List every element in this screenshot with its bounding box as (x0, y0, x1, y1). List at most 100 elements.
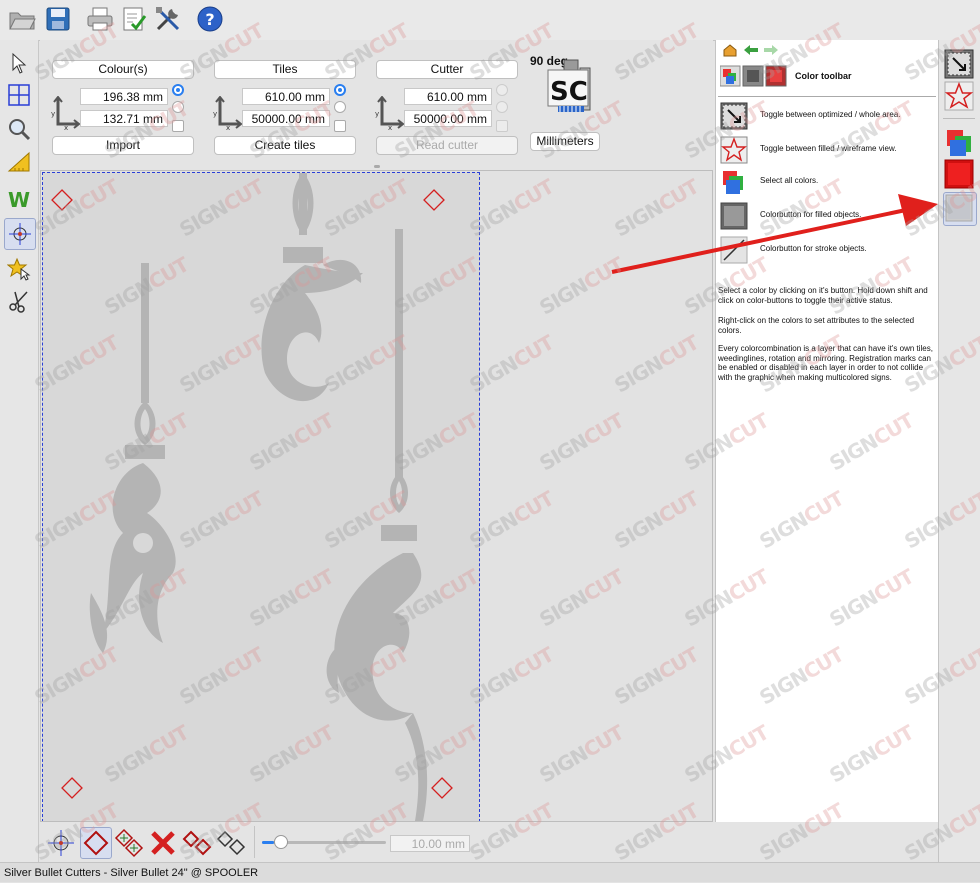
help-panel: Color toolbar Toggle between optimized /… (715, 40, 938, 822)
svg-text:y: y (375, 110, 379, 118)
colours-radio-2[interactable] (172, 101, 184, 113)
help-paragraph: Every colorcombination is a layer that c… (718, 344, 933, 382)
ornament-graphic (89, 173, 428, 821)
delete-x-icon[interactable] (148, 828, 178, 858)
help-title: Color toolbar (795, 71, 852, 81)
help-paragraph: Select a color by clicking on it's butto… (718, 286, 928, 305)
toolbar-divider (254, 826, 255, 858)
status-bar: Silver Bullet Cutters - Silver Bullet 24… (0, 862, 980, 882)
cutter-radio-2 (496, 101, 508, 113)
svg-text:W: W (8, 188, 30, 211)
help-paragraph: Right-click on the colors to set attribu… (718, 316, 915, 335)
red-color-button[interactable] (943, 158, 975, 190)
import-button[interactable]: Import (52, 136, 194, 155)
colours-x-field[interactable]: 196.38 mm (80, 88, 168, 105)
tools-icon[interactable] (152, 3, 184, 35)
tiles-y-field[interactable]: 50000.00 mm (242, 110, 330, 127)
registration-mark-top-left (51, 189, 73, 211)
regmark-diamond-button[interactable] (80, 827, 112, 859)
cutter-y-field[interactable]: 50000.00 mm (404, 110, 492, 127)
svg-text:y: y (51, 110, 55, 118)
zoom-slider-track[interactable] (262, 835, 386, 849)
red-swatch-icon (944, 159, 974, 189)
colours-radio-1[interactable] (172, 84, 184, 96)
zoom-slider-knob[interactable] (274, 835, 289, 849)
help-item: Toggle between optimized / whole area. (720, 102, 930, 132)
registration-crosshair-icon[interactable] (46, 828, 76, 858)
registration-mark-bottom-right (431, 777, 453, 799)
filled-wireframe-icon (720, 136, 748, 164)
tiles-header: Tiles (214, 60, 356, 79)
help-item: Toggle between filled / wireframe view. (720, 136, 930, 166)
select-all-colors-button[interactable] (943, 126, 975, 158)
logo-text: SC (550, 77, 588, 107)
left-tool-column: W (0, 40, 39, 862)
cutter-x-field[interactable]: 610.00 mm (404, 88, 492, 105)
pointer-arrow-icon[interactable] (4, 48, 34, 78)
checklist-icon[interactable] (118, 3, 150, 35)
back-arrow-icon[interactable] (743, 44, 759, 59)
tiles-radio-1[interactable] (334, 84, 346, 96)
colours-checkbox[interactable] (172, 120, 184, 132)
help-item-text: Toggle between filled / wireframe view. (760, 144, 897, 153)
svg-text:x: x (64, 124, 68, 130)
registration-crosshair-icon[interactable] (4, 218, 36, 250)
forward-arrow-icon[interactable] (763, 44, 779, 59)
diamond-icon (83, 830, 109, 856)
cutter-header: Cutter (376, 60, 518, 79)
tiles-x-field[interactable]: 610.00 mm (242, 88, 330, 105)
tiles-radio-2[interactable] (334, 101, 346, 113)
cutter-checkbox (496, 120, 508, 132)
settings-panel: Colour(s) yx 196.38 mm 132.71 mm Import … (40, 40, 713, 168)
cutter-radio-1 (496, 84, 508, 96)
tile-grid-icon[interactable] (4, 80, 34, 110)
color-toolbar-header: Color toolbar (718, 60, 936, 97)
column-divider (943, 118, 975, 119)
home-icon[interactable] (722, 43, 738, 60)
save-icon[interactable] (42, 3, 74, 35)
optimized-area-icon (944, 49, 974, 79)
create-tiles-button[interactable]: Create tiles (214, 136, 356, 155)
bottom-toolbar: 10.00 mm (40, 822, 713, 862)
help-item-text: Select all colors. (760, 176, 819, 185)
weed-w-icon[interactable]: W (4, 184, 34, 214)
silver-bullet-logo-icon: SC (547, 59, 591, 112)
svg-text:x: x (226, 124, 230, 130)
tiles-checkbox[interactable] (334, 120, 346, 132)
help-item-text: Toggle between optimized / whole area. (760, 110, 901, 119)
filled-wireframe-toggle[interactable] (943, 80, 975, 112)
xy-axis-icon: yx (375, 96, 404, 130)
optimized-area-icon (720, 102, 748, 130)
scissors-icon[interactable] (4, 286, 34, 316)
print-icon[interactable] (84, 3, 116, 35)
select-all-colors-icon (947, 130, 971, 156)
registration-mark-bottom-left (61, 777, 83, 799)
zoom-magnifier-icon[interactable] (4, 114, 34, 144)
millimeters-button[interactable]: Millimeters (530, 132, 600, 151)
star-select-icon[interactable] (4, 254, 34, 284)
diamond-pattern-icon[interactable] (114, 828, 144, 858)
optimized-area-toggle[interactable] (943, 48, 975, 80)
cutter-logo[interactable]: SC (544, 58, 598, 118)
star-outline-icon (944, 81, 974, 111)
color-toolbar-icon (720, 65, 787, 87)
help-icon[interactable]: ? (194, 3, 226, 35)
panel-resize-handle[interactable] (374, 165, 380, 168)
xy-axis-icon: yx (213, 96, 242, 130)
svg-text:y: y (213, 110, 217, 118)
svg-text:x: x (388, 124, 392, 130)
svg-text:?: ? (205, 10, 214, 29)
double-diamond-red-icon[interactable] (182, 828, 214, 858)
red-arrow-annotation (611, 194, 938, 274)
registration-mark-top-right (423, 189, 445, 211)
open-folder-icon[interactable] (6, 3, 38, 35)
color-toolbar-column (938, 40, 980, 862)
tile-page-area[interactable] (42, 172, 480, 821)
top-toolbar: ? (0, 0, 980, 41)
colours-y-field[interactable]: 132.71 mm (80, 110, 168, 127)
zoom-slider-fill (262, 841, 275, 844)
colours-header: Colour(s) (52, 60, 194, 79)
xy-axis-icon: yx (51, 96, 80, 130)
double-diamond-outline-icon[interactable] (216, 828, 248, 858)
ruler-triangle-icon[interactable] (4, 148, 34, 178)
